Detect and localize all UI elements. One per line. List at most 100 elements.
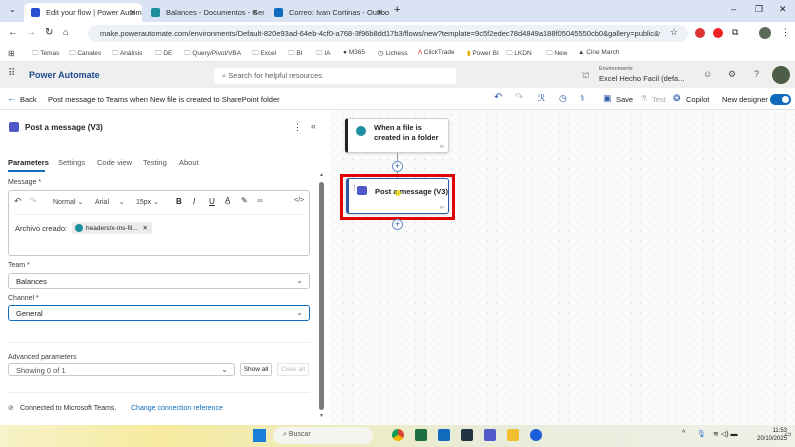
back-button[interactable]: Back (20, 95, 37, 104)
save-icon[interactable]: ▣ (603, 93, 612, 104)
change-connection-link[interactable]: Change connection reference (131, 405, 223, 412)
stethoscope-icon[interactable]: ⚕ (580, 93, 585, 104)
channel-select[interactable]: General ⌄ (8, 305, 310, 321)
dynamic-content-token[interactable]: headers/x-ms-fil... ✕ (72, 222, 152, 234)
clock[interactable]: 11:53 20/10/2025 (757, 427, 787, 443)
close-window-icon[interactable]: ✕ (779, 4, 787, 15)
bookmark[interactable]: 🗀 IA (316, 49, 330, 60)
store-icon[interactable] (461, 429, 473, 441)
bookmark[interactable]: ▮ Power BI (467, 49, 499, 57)
flow-checker-icon[interactable]: ℛ (538, 93, 545, 104)
bold-icon[interactable]: B (176, 197, 182, 206)
bookmark[interactable]: 🗀 Canales (69, 49, 101, 60)
bookmark[interactable]: ● M365 (343, 49, 365, 56)
tab-code-view[interactable]: Code view (97, 158, 132, 167)
profile-avatar[interactable] (759, 27, 771, 39)
microphone-icon[interactable]: 🎙 (697, 430, 706, 438)
forward-nav-icon[interactable]: → (26, 27, 36, 38)
search-input[interactable]: ⌕ Search for helpful resources (214, 68, 456, 84)
outlook-icon[interactable] (438, 429, 450, 441)
extension-icon[interactable] (695, 28, 705, 38)
bookmark[interactable]: ▲ Cine March (578, 49, 619, 56)
more-options-icon[interactable]: ⋮ (293, 122, 302, 133)
bookmark[interactable]: 🗀 BI (288, 49, 302, 60)
windows-start-icon[interactable] (253, 429, 266, 442)
app-launcher-icon[interactable]: ⠿ (8, 68, 15, 79)
taskbar-search[interactable]: ⌕ Buscar (273, 427, 373, 444)
new-tab-icon[interactable]: + (394, 4, 400, 16)
extensions-puzzle-icon[interactable]: ⧉ (732, 27, 738, 38)
message-editor[interactable]: ↶ ↷ Normal ⌄ Arial ⌄ 15px ⌄ B I U A̲ ✎ ∞… (8, 190, 310, 256)
browser-menu-icon[interactable]: ⋮ (781, 27, 790, 38)
settings-gear-icon[interactable]: ⚙ (728, 69, 736, 80)
save-button[interactable]: Save (616, 95, 633, 104)
opera-extension-icon[interactable] (713, 28, 723, 38)
link-icon[interactable]: ∞ (257, 196, 263, 205)
tab-testing[interactable]: Testing (143, 158, 167, 167)
restore-icon[interactable]: ❐ (755, 4, 763, 15)
bookmark[interactable]: 🗀 Query/Pivot/VBA (184, 49, 241, 60)
notifications-icon[interactable]: ▭ (785, 430, 792, 438)
tab-about[interactable]: About (179, 158, 199, 167)
user-avatar[interactable] (772, 66, 790, 84)
action-card-post-message[interactable]: ⋮ Post a message (V3) ∞ (346, 178, 449, 214)
italic-icon[interactable]: I (193, 197, 195, 206)
collapse-panel-icon[interactable]: « (311, 121, 316, 131)
font-size-dropdown[interactable]: 15px ⌄ (136, 198, 159, 206)
highlight-icon[interactable]: ✎ (241, 196, 248, 205)
close-tab-icon[interactable]: ✕ (377, 8, 383, 17)
teams-taskbar-icon[interactable] (484, 429, 496, 441)
test-button[interactable]: Test (652, 95, 666, 104)
apps-grid-icon[interactable]: ⊞ (8, 49, 15, 58)
excel-icon[interactable] (415, 429, 427, 441)
bookmark[interactable]: 🗀 Excel (252, 49, 276, 60)
add-step-button[interactable]: + (392, 219, 403, 230)
tab-list-chevron-icon[interactable]: ⌄ (9, 5, 16, 14)
bookmark[interactable]: 🗀 DE (155, 49, 172, 60)
advanced-parameters-select[interactable]: Showing 0 of 1 ⌄ (8, 363, 235, 376)
underline-icon[interactable]: U (209, 197, 215, 206)
url-input[interactable]: make.powerautomate.com/environments/Defa… (88, 25, 688, 42)
back-nav-icon[interactable]: ← (8, 27, 18, 38)
flow-canvas[interactable]: When a file is created in a folder ∞ + ⋮… (330, 110, 795, 425)
clear-all-button[interactable]: Clear all (277, 363, 309, 376)
redo-icon[interactable]: ↷ (515, 92, 523, 103)
copilot-icon[interactable]: ❂ (673, 93, 681, 104)
paragraph-style-dropdown[interactable]: Normal ⌄ (53, 198, 83, 206)
tab-parameters[interactable]: Parameters (8, 158, 49, 167)
new-designer-toggle[interactable] (770, 94, 791, 105)
home-icon[interactable]: ⌂ (63, 27, 68, 37)
tab-settings[interactable]: Settings (58, 158, 85, 167)
file-explorer-icon[interactable] (507, 429, 519, 441)
close-tab-icon[interactable]: ✕ (130, 8, 136, 17)
app-icon[interactable] (530, 429, 542, 441)
close-tab-icon[interactable]: ✕ (252, 8, 258, 17)
bookmark[interactable]: 🗀 Temas (32, 49, 59, 60)
editor-redo-icon[interactable]: ↷ (29, 196, 37, 207)
copilot-button[interactable]: Copilot (686, 95, 709, 104)
back-arrow-icon[interactable]: ← (7, 93, 16, 103)
environment-picker[interactable]: Excel Hecho Facil (defa... (599, 74, 684, 83)
scrollbar-thumb[interactable] (319, 182, 324, 410)
trigger-card[interactable]: When a file is created in a folder ∞ (345, 118, 449, 153)
font-color-icon[interactable]: A̲ (225, 196, 230, 205)
show-all-button[interactable]: Show all (240, 363, 272, 376)
chrome-icon[interactable] (392, 429, 404, 441)
browser-tab-power-automate[interactable]: Edit your flow | Power Automat ✕ (24, 3, 142, 22)
code-view-icon[interactable]: </> (294, 197, 304, 204)
help-icon[interactable]: ? (754, 69, 759, 79)
version-history-icon[interactable]: ◷ (559, 93, 567, 104)
flow-title[interactable]: Post message to Teams when New file is c… (48, 95, 280, 104)
editor-undo-icon[interactable]: ↶ (14, 196, 22, 207)
font-dropdown[interactable]: Arial ⌄ (95, 198, 125, 206)
reload-icon[interactable]: ↻ (45, 27, 53, 38)
undo-icon[interactable]: ↶ (494, 92, 502, 103)
browser-tab-outlook[interactable]: Correo: Ivan Cortinas - Outlook ✕ (267, 3, 389, 22)
remove-token-icon[interactable]: ✕ (142, 225, 147, 232)
insert-step-button[interactable]: + (392, 161, 403, 172)
panel-scrollbar[interactable]: ▲ ▼ (318, 170, 326, 420)
bookmark[interactable]: Λ ClickTrade (418, 49, 455, 56)
wifi-volume-battery-icon[interactable]: ≋ ◁) ▬ (713, 430, 737, 438)
browser-tab-balances[interactable]: Balances - Documentos - Gene ✕ (144, 3, 264, 22)
bookmark[interactable]: 🗀 New (546, 49, 567, 60)
